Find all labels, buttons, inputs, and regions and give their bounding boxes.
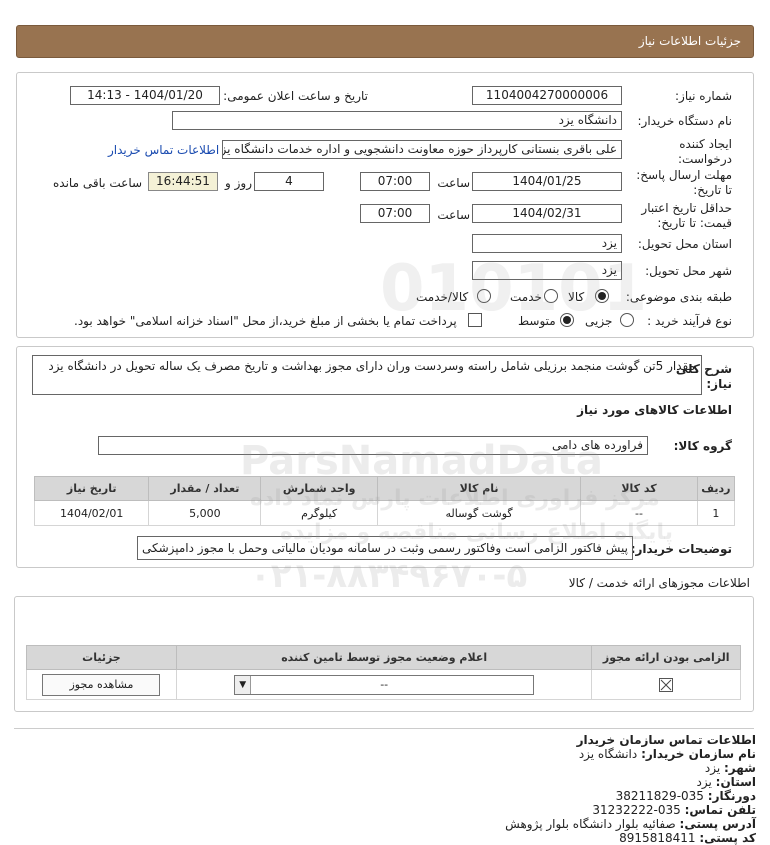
- province-label: استان محل تحویل:: [637, 237, 732, 251]
- creator-label-2: درخواست:: [678, 152, 732, 166]
- goods-group-label: گروه کالا:: [673, 439, 732, 453]
- goods-group-field: فراورده های دامی: [98, 436, 648, 455]
- col-code: کد کالا: [580, 476, 698, 501]
- summary-text-box: مقدار 5تن گوشت منجمد برزیلی شامل راسته و…: [32, 355, 702, 395]
- permits-table-header: الزامی بودن ارائه مجوز اعلام وضعیت مجوز …: [26, 645, 741, 670]
- announce-label: تاریخ و ساعت اعلان عمومی:: [223, 89, 368, 103]
- payment-note: پرداخت تمام یا بخشی از مبلغ خرید،از محل …: [74, 314, 457, 328]
- buyer-notes-label: توضیحات خریدار:: [630, 542, 732, 556]
- province-field: یزد: [472, 234, 622, 253]
- buyer-notes-field: پیش فاکتور الزامی است وفاکتور رسمی وثبت …: [137, 536, 633, 560]
- deadline-label-2: تا تاریخ:: [693, 183, 732, 197]
- need-number-field: 1104004270000006: [472, 86, 622, 105]
- page-header: جزئیات اطلاعات نیاز: [16, 25, 754, 58]
- city-label: شهر محل تحویل:: [645, 264, 732, 278]
- cell-permit-required: [591, 669, 741, 700]
- permit-status-select[interactable]: -- ▼: [234, 674, 535, 695]
- col-date: تاریخ نیاز: [33, 476, 150, 501]
- days-label: روز و: [225, 176, 252, 190]
- category-radio-service[interactable]: [544, 289, 558, 303]
- category-option-goods: کالا: [568, 290, 585, 304]
- validity-label-1: حداقل تاریخ اعتبار: [641, 201, 732, 215]
- cell-code: --: [580, 500, 698, 526]
- view-permit-button[interactable]: مشاهده مجوز: [42, 673, 161, 696]
- table-row: -- ▼ مشاهده مجوز: [26, 669, 741, 700]
- cell-name: گوشت گوساله: [376, 500, 582, 526]
- contact-phone: تلفن تماس: 035-31232222: [592, 803, 756, 817]
- creator-label-1: ایجاد کننده: [679, 137, 732, 151]
- deadline-date-field: 1404/01/25: [472, 172, 622, 191]
- col-permit-details: جزئیات: [26, 645, 177, 670]
- contact-city: شهر: یزد: [704, 761, 756, 775]
- category-label: طبقه بندی موضوعی:: [625, 290, 732, 304]
- remaining-time-field: 16:44:51: [148, 172, 218, 191]
- permits-section-title: اطلاعات مجوزهای ارائه خدمت / کالا: [568, 576, 750, 590]
- buyer-contact-link[interactable]: اطلاعات تماس خریدار: [108, 143, 219, 157]
- col-unit: واحد شمارش: [260, 476, 378, 501]
- contact-fax: دورنگار: 035-38211829: [615, 789, 756, 803]
- validity-label-2: قیمت: تا تاریخ:: [657, 216, 732, 230]
- deadline-label-1: مهلت ارسال پاسخ:: [636, 168, 732, 182]
- process-label: نوع فرآیند خرید :: [647, 314, 732, 328]
- announce-field: 1404/01/20 - 14:13: [70, 86, 220, 105]
- permits-table: الزامی بودن ارائه مجوز اعلام وضعیت مجوز …: [26, 645, 741, 700]
- deadline-time-field: 07:00: [360, 172, 430, 191]
- need-number-label: شماره نیاز:: [675, 89, 732, 103]
- col-permit-required: الزامی بودن ارائه مجوز: [591, 645, 741, 670]
- goods-section-title: اطلاعات کالاهای مورد نیاز: [577, 403, 732, 417]
- cell-permit-status: -- ▼: [175, 669, 593, 700]
- category-radio-goods-service[interactable]: [477, 289, 491, 303]
- table-row: 1 -- گوشت گوساله کیلوگرم 5,000 1404/02/0…: [33, 500, 736, 526]
- process-radio-minor[interactable]: [620, 313, 634, 327]
- permit-status-value: --: [380, 677, 389, 691]
- contact-divider: [14, 728, 754, 729]
- buyer-org-field: دانشگاه یزد: [172, 111, 622, 130]
- page-title: جزئیات اطلاعات نیاز: [638, 34, 741, 48]
- days-field: 4: [254, 172, 324, 191]
- required-checkbox: [659, 677, 674, 692]
- cell-permit-details: مشاهده مجوز: [26, 669, 177, 700]
- process-option-medium: متوسط: [518, 314, 556, 328]
- validity-date-field: 1404/02/31: [472, 204, 622, 223]
- category-radio-goods[interactable]: [595, 289, 609, 303]
- category-option-goods-service: کالا/خدمت: [416, 290, 469, 304]
- cell-unit: کیلوگرم: [260, 500, 378, 526]
- cell-row: 1: [696, 500, 736, 526]
- col-row: ردیف: [696, 476, 736, 501]
- cell-qty: 5,000: [148, 500, 262, 526]
- city-field: یزد: [472, 261, 622, 280]
- process-radio-medium[interactable]: [560, 313, 574, 327]
- validity-time-label: ساعت: [437, 208, 470, 222]
- col-permit-status: اعلام وضعیت مجوز توسط تامین کننده: [175, 645, 593, 670]
- cross-icon: [660, 679, 672, 690]
- summary-text: مقدار 5تن گوشت منجمد برزیلی شامل راسته و…: [48, 359, 695, 373]
- remaining-label: ساعت باقی مانده: [53, 176, 143, 190]
- col-qty: تعداد / مقدار: [148, 476, 262, 501]
- contact-postal: کد پستی: 8915818411: [619, 831, 756, 845]
- goods-table: ردیف کد کالا نام کالا واحد شمارش تعداد /…: [33, 476, 736, 526]
- cell-date: 1404/02/01: [33, 500, 150, 526]
- treasury-checkbox[interactable]: [468, 313, 482, 327]
- validity-time-field: 07:00: [360, 204, 430, 223]
- contact-address: آدرس پستی: صفائیه بلوار دانشگاه بلوار پژ…: [505, 817, 756, 831]
- contact-org: نام سازمان خریدار: دانشگاه یزد: [578, 747, 756, 761]
- col-name: نام کالا: [376, 476, 582, 501]
- buyer-org-label: نام دستگاه خریدار:: [637, 114, 733, 128]
- deadline-time-label: ساعت: [437, 176, 470, 190]
- process-option-minor: جزیی: [585, 314, 613, 328]
- dropdown-arrow-icon[interactable]: ▼: [235, 675, 252, 694]
- goods-table-header: ردیف کد کالا نام کالا واحد شمارش تعداد /…: [33, 476, 736, 501]
- contact-province: استان: یزد: [696, 775, 757, 789]
- creator-field: علی باقری بنستانی کارپرداز حوزه معاونت د…: [222, 140, 622, 159]
- summary-label-2: نیاز:: [706, 377, 732, 391]
- contact-title: اطلاعات تماس سازمان خریدار: [576, 733, 756, 747]
- category-option-service: خدمت: [510, 290, 542, 304]
- contact-block: اطلاعات تماس سازمان خریدار نام سازمان خر…: [56, 733, 757, 845]
